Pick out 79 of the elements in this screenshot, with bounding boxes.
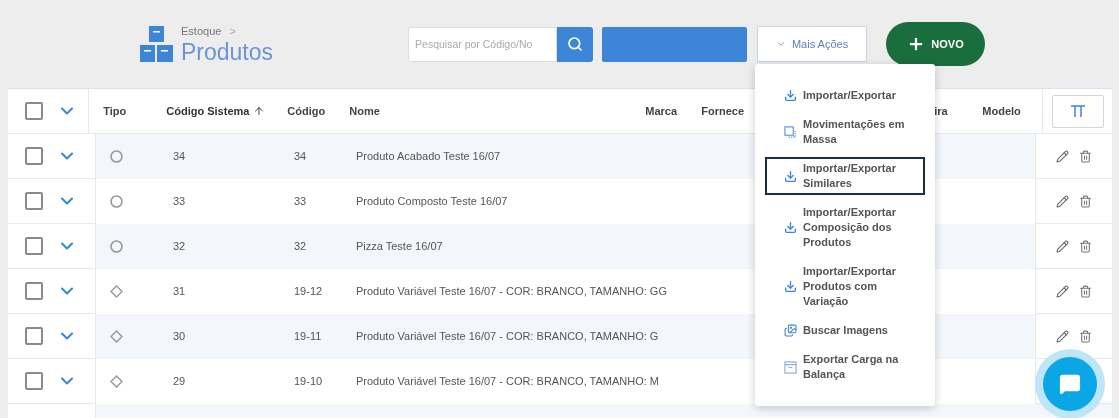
column-header[interactable]: ira bbox=[934, 102, 948, 120]
column-header[interactable]: Fornece bbox=[701, 102, 745, 120]
columns-icon bbox=[1069, 105, 1086, 117]
search-button[interactable] bbox=[557, 26, 594, 62]
delete-icon[interactable] bbox=[1079, 284, 1092, 298]
table-cell: 30 bbox=[173, 330, 186, 343]
table-cell: Pizza Teste 16/07 bbox=[356, 240, 443, 253]
download-icon bbox=[784, 221, 797, 234]
breadcrumb-separator: > bbox=[229, 23, 236, 39]
checkbox[interactable] bbox=[25, 372, 43, 390]
breadcrumb-link[interactable]: Estoque bbox=[181, 22, 222, 40]
table-cell: 19-10 bbox=[294, 375, 323, 388]
checkbox[interactable] bbox=[25, 327, 43, 345]
column-header[interactable]: Marca bbox=[645, 102, 678, 120]
table-cell: 33 bbox=[173, 195, 186, 208]
table-cell: Produto Acabado Teste 16/07 bbox=[356, 150, 501, 163]
circle-icon bbox=[110, 150, 123, 163]
menu-item[interactable]: Importar/Exportar bbox=[765, 84, 925, 107]
more-actions-button[interactable]: Mais Ações bbox=[757, 26, 868, 62]
table-cell: 31 bbox=[173, 285, 186, 298]
menu-item[interactable]: Importar/Exportar Composição dos Produtos bbox=[765, 201, 925, 254]
page-title: Produtos bbox=[181, 39, 274, 66]
checkbox[interactable] bbox=[25, 102, 43, 120]
menu-item[interactable]: Movimentações em Massa bbox=[765, 113, 925, 151]
table-cell: Produto Variável Teste 16/07 - COR: BRANCO, TAMANHO: GG bbox=[356, 285, 667, 298]
edit-icon[interactable] bbox=[1056, 284, 1069, 298]
column-header[interactable]: Modelo bbox=[982, 102, 1021, 120]
diamond-icon bbox=[110, 375, 123, 388]
sort-arrow-icon bbox=[253, 105, 266, 117]
caret-icon bbox=[775, 39, 786, 49]
action-button[interactable] bbox=[602, 26, 748, 62]
table-cell: 34 bbox=[294, 150, 307, 163]
new-button[interactable]: NOVO bbox=[886, 22, 986, 66]
download-icon bbox=[784, 89, 797, 102]
table-cell: Produto Variável Teste 16/07 - COR: BRANCO, TAMANHO: G bbox=[356, 330, 659, 343]
edit-icon[interactable] bbox=[1056, 149, 1069, 163]
delete-icon[interactable] bbox=[1079, 194, 1092, 208]
table-cell: 29 bbox=[173, 375, 186, 388]
diamond-icon bbox=[110, 285, 123, 298]
search-icon bbox=[567, 36, 584, 52]
columns-button[interactable] bbox=[1051, 94, 1104, 128]
checkbox[interactable] bbox=[25, 192, 43, 210]
table-cell: 19-11 bbox=[294, 330, 322, 343]
download-icon bbox=[784, 169, 797, 183]
menu-item[interactable]: Importar/Exportar Produtos com Variação bbox=[765, 260, 925, 313]
delete-icon[interactable] bbox=[1079, 329, 1092, 343]
table-cell: 34 bbox=[173, 150, 186, 163]
table-cell: 19-12 bbox=[294, 285, 323, 298]
column-header[interactable]: Código Sistema bbox=[166, 102, 250, 120]
table-cell: 32 bbox=[294, 240, 307, 253]
column-header[interactable]: Tipo bbox=[103, 102, 127, 120]
menu-item[interactable]: Exportar Carga na Balança bbox=[765, 348, 925, 386]
scale-icon bbox=[784, 360, 797, 374]
checkbox[interactable] bbox=[25, 237, 43, 255]
diamond-icon bbox=[110, 330, 123, 343]
menu-item[interactable]: Buscar Imagens bbox=[765, 319, 925, 342]
copy-icon bbox=[784, 125, 797, 139]
chat-icon bbox=[1059, 373, 1081, 395]
search-field[interactable]: Pesquisar por Código/No bbox=[408, 26, 558, 62]
checkbox[interactable] bbox=[25, 282, 43, 300]
delete-icon[interactable] bbox=[1079, 239, 1092, 253]
table-cell: Produto Composto Teste 16/07 bbox=[356, 195, 508, 208]
download-icon bbox=[784, 280, 797, 293]
circle-icon bbox=[110, 240, 123, 253]
table-cell: 33 bbox=[294, 195, 307, 208]
column-header[interactable]: Código bbox=[287, 102, 326, 120]
edit-icon[interactable] bbox=[1056, 329, 1069, 343]
menu-item[interactable]: Importar/Exportar Similares bbox=[765, 157, 925, 195]
circle-icon bbox=[110, 195, 123, 208]
images-icon bbox=[784, 324, 797, 337]
table-cell: 32 bbox=[173, 240, 186, 253]
boxes-icon bbox=[140, 26, 173, 62]
table-cell: Produto Variável Teste 16/07 - COR: BRANCO, TAMANHO: M bbox=[356, 375, 659, 388]
column-header[interactable]: Nome bbox=[349, 102, 380, 120]
delete-icon[interactable] bbox=[1079, 149, 1092, 163]
edit-icon[interactable] bbox=[1056, 239, 1069, 253]
edit-icon[interactable] bbox=[1056, 194, 1069, 208]
checkbox[interactable] bbox=[25, 147, 43, 165]
chat-button[interactable] bbox=[1043, 357, 1097, 411]
